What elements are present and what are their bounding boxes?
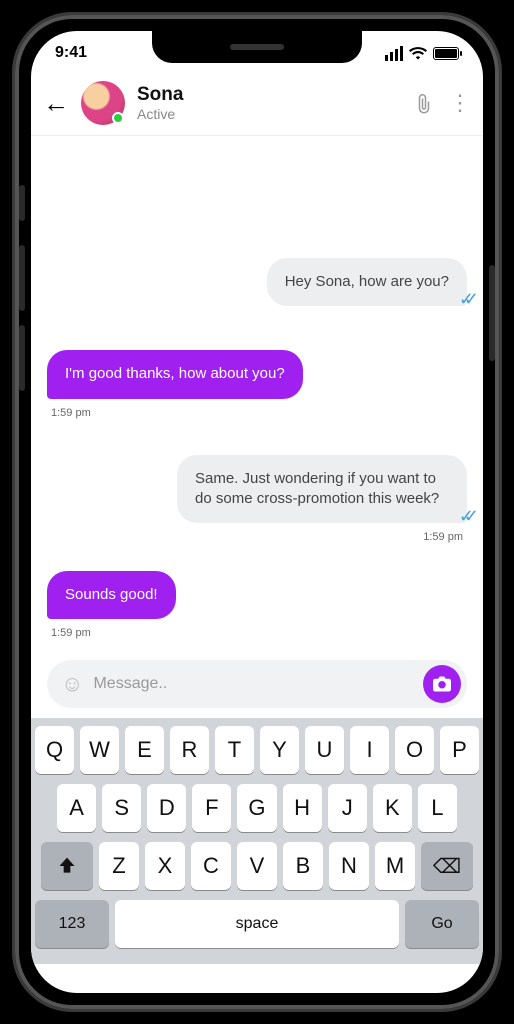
keyboard-row-1: QWERTYUIOP [35, 726, 479, 774]
key-w[interactable]: W [80, 726, 119, 774]
key-h[interactable]: H [283, 784, 322, 832]
avatar[interactable] [81, 81, 125, 125]
presence-dot-icon [112, 112, 124, 124]
message-input[interactable]: Message.. [93, 675, 413, 693]
key-m[interactable]: M [375, 842, 415, 890]
keyboard-row-4: 123 space Go [35, 900, 479, 948]
message-time: 1:59 pm [51, 531, 463, 543]
message-in: I'm good thanks, how about you? [47, 350, 467, 398]
key-o[interactable]: O [395, 726, 434, 774]
key-q[interactable]: Q [35, 726, 74, 774]
message-out: Same. Just wondering if you want to do s… [47, 455, 467, 524]
status-time: 9:41 [55, 44, 87, 62]
key-p[interactable]: P [440, 726, 479, 774]
read-ticks-icon: ✓✓ [459, 289, 469, 310]
key-t[interactable]: T [215, 726, 254, 774]
camera-button[interactable] [423, 665, 461, 703]
messages-list[interactable]: Hey Sona, how are you? ✓✓ I'm good thank… [31, 136, 483, 660]
go-key[interactable]: Go [405, 900, 479, 948]
key-v[interactable]: V [237, 842, 277, 890]
key-e[interactable]: E [125, 726, 164, 774]
key-f[interactable]: F [192, 784, 231, 832]
message-time: 1:59 pm [51, 407, 467, 419]
backspace-key[interactable]: ⌫ [421, 842, 473, 890]
keyboard: QWERTYUIOP ASDFGHJKL ZXCVBNM ⌫ 123 space… [31, 718, 483, 964]
keyboard-row-2: ASDFGHJKL [35, 784, 479, 832]
key-d[interactable]: D [147, 784, 186, 832]
phone-frame: 9:41 ← Sona Active ⋮ [12, 12, 502, 1012]
key-a[interactable]: A [57, 784, 96, 832]
key-r[interactable]: R [170, 726, 209, 774]
key-x[interactable]: X [145, 842, 185, 890]
message-in: Sounds good! [47, 571, 467, 619]
shift-key[interactable] [41, 842, 93, 890]
message-bubble: Same. Just wondering if you want to do s… [177, 455, 467, 524]
message-time: 1:59 pm [51, 627, 467, 639]
space-key[interactable]: space [115, 900, 399, 948]
camera-icon [433, 676, 451, 692]
numbers-key[interactable]: 123 [35, 900, 109, 948]
back-arrow-icon[interactable]: ← [43, 88, 69, 119]
more-icon[interactable]: ⋮ [449, 99, 471, 108]
key-b[interactable]: B [283, 842, 323, 890]
chat-header: ← Sona Active ⋮ [31, 75, 483, 136]
attachment-icon[interactable] [415, 92, 433, 114]
key-z[interactable]: Z [99, 842, 139, 890]
message-bubble: Hey Sona, how are you? [267, 258, 467, 306]
chat-status: Active [137, 106, 403, 122]
key-s[interactable]: S [102, 784, 141, 832]
key-y[interactable]: Y [260, 726, 299, 774]
key-j[interactable]: J [328, 784, 367, 832]
battery-icon [433, 47, 459, 60]
key-g[interactable]: G [237, 784, 276, 832]
key-n[interactable]: N [329, 842, 369, 890]
key-l[interactable]: L [418, 784, 457, 832]
message-bubble: I'm good thanks, how about you? [47, 350, 303, 398]
keyboard-row-3: ZXCVBNM ⌫ [35, 842, 479, 890]
screen: 9:41 ← Sona Active ⋮ [31, 31, 483, 993]
key-c[interactable]: C [191, 842, 231, 890]
cellular-icon [385, 46, 403, 61]
notch [152, 31, 362, 63]
message-bubble: Sounds good! [47, 571, 176, 619]
emoji-icon[interactable]: ☺ [61, 671, 83, 697]
read-ticks-icon: ✓✓ [459, 506, 469, 527]
message-composer[interactable]: ☺ Message.. [47, 660, 467, 708]
key-k[interactable]: K [373, 784, 412, 832]
wifi-icon [409, 47, 427, 60]
chat-title: Sona [137, 84, 403, 106]
key-u[interactable]: U [305, 726, 344, 774]
message-out: Hey Sona, how are you? ✓✓ [47, 258, 467, 306]
key-i[interactable]: I [350, 726, 389, 774]
